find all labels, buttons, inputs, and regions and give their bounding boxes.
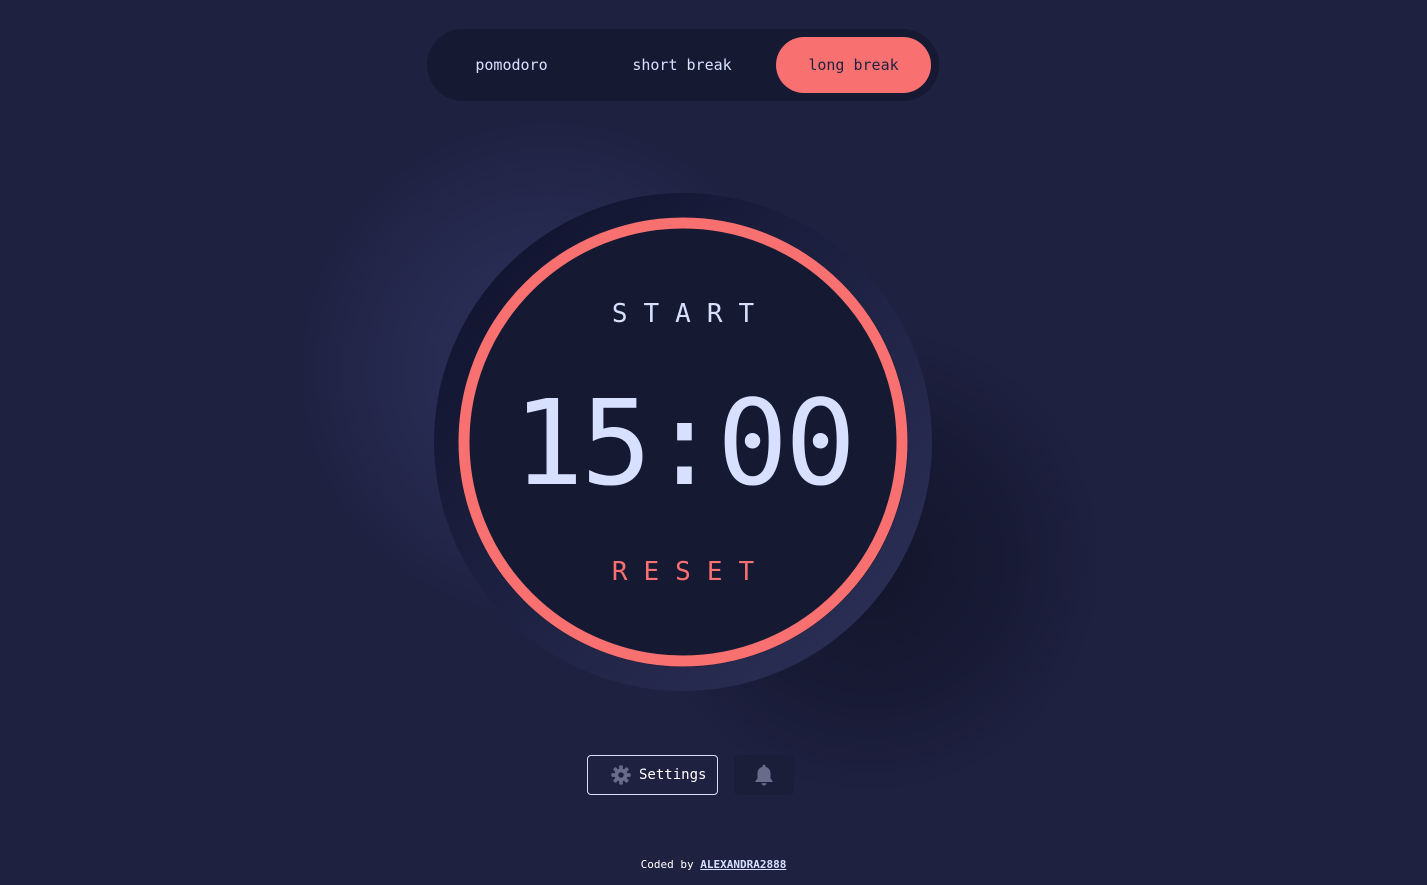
author-link[interactable]: ALEXANDRA2888 bbox=[700, 858, 786, 871]
settings-label: Settings bbox=[639, 767, 707, 783]
gear-icon bbox=[610, 764, 632, 786]
pomodoro-app: pomodoro short break long break START 15… bbox=[0, 0, 1427, 885]
bell-icon bbox=[755, 764, 773, 786]
timer-display: 15:00 bbox=[512, 374, 856, 512]
mode-selector: pomodoro short break long break bbox=[427, 29, 939, 101]
footer-prefix: Coded by bbox=[640, 858, 694, 871]
settings-button[interactable]: Settings bbox=[587, 755, 718, 795]
tab-pomodoro[interactable]: pomodoro bbox=[444, 37, 579, 93]
tab-short-break[interactable]: short break bbox=[602, 37, 762, 93]
tab-long-break[interactable]: long break bbox=[776, 37, 931, 93]
notification-button[interactable] bbox=[734, 755, 794, 795]
reset-button[interactable]: RESET bbox=[533, 554, 833, 590]
footer: Coded by ALEXANDRA2888 bbox=[0, 858, 1427, 871]
start-button[interactable]: START bbox=[533, 296, 833, 332]
